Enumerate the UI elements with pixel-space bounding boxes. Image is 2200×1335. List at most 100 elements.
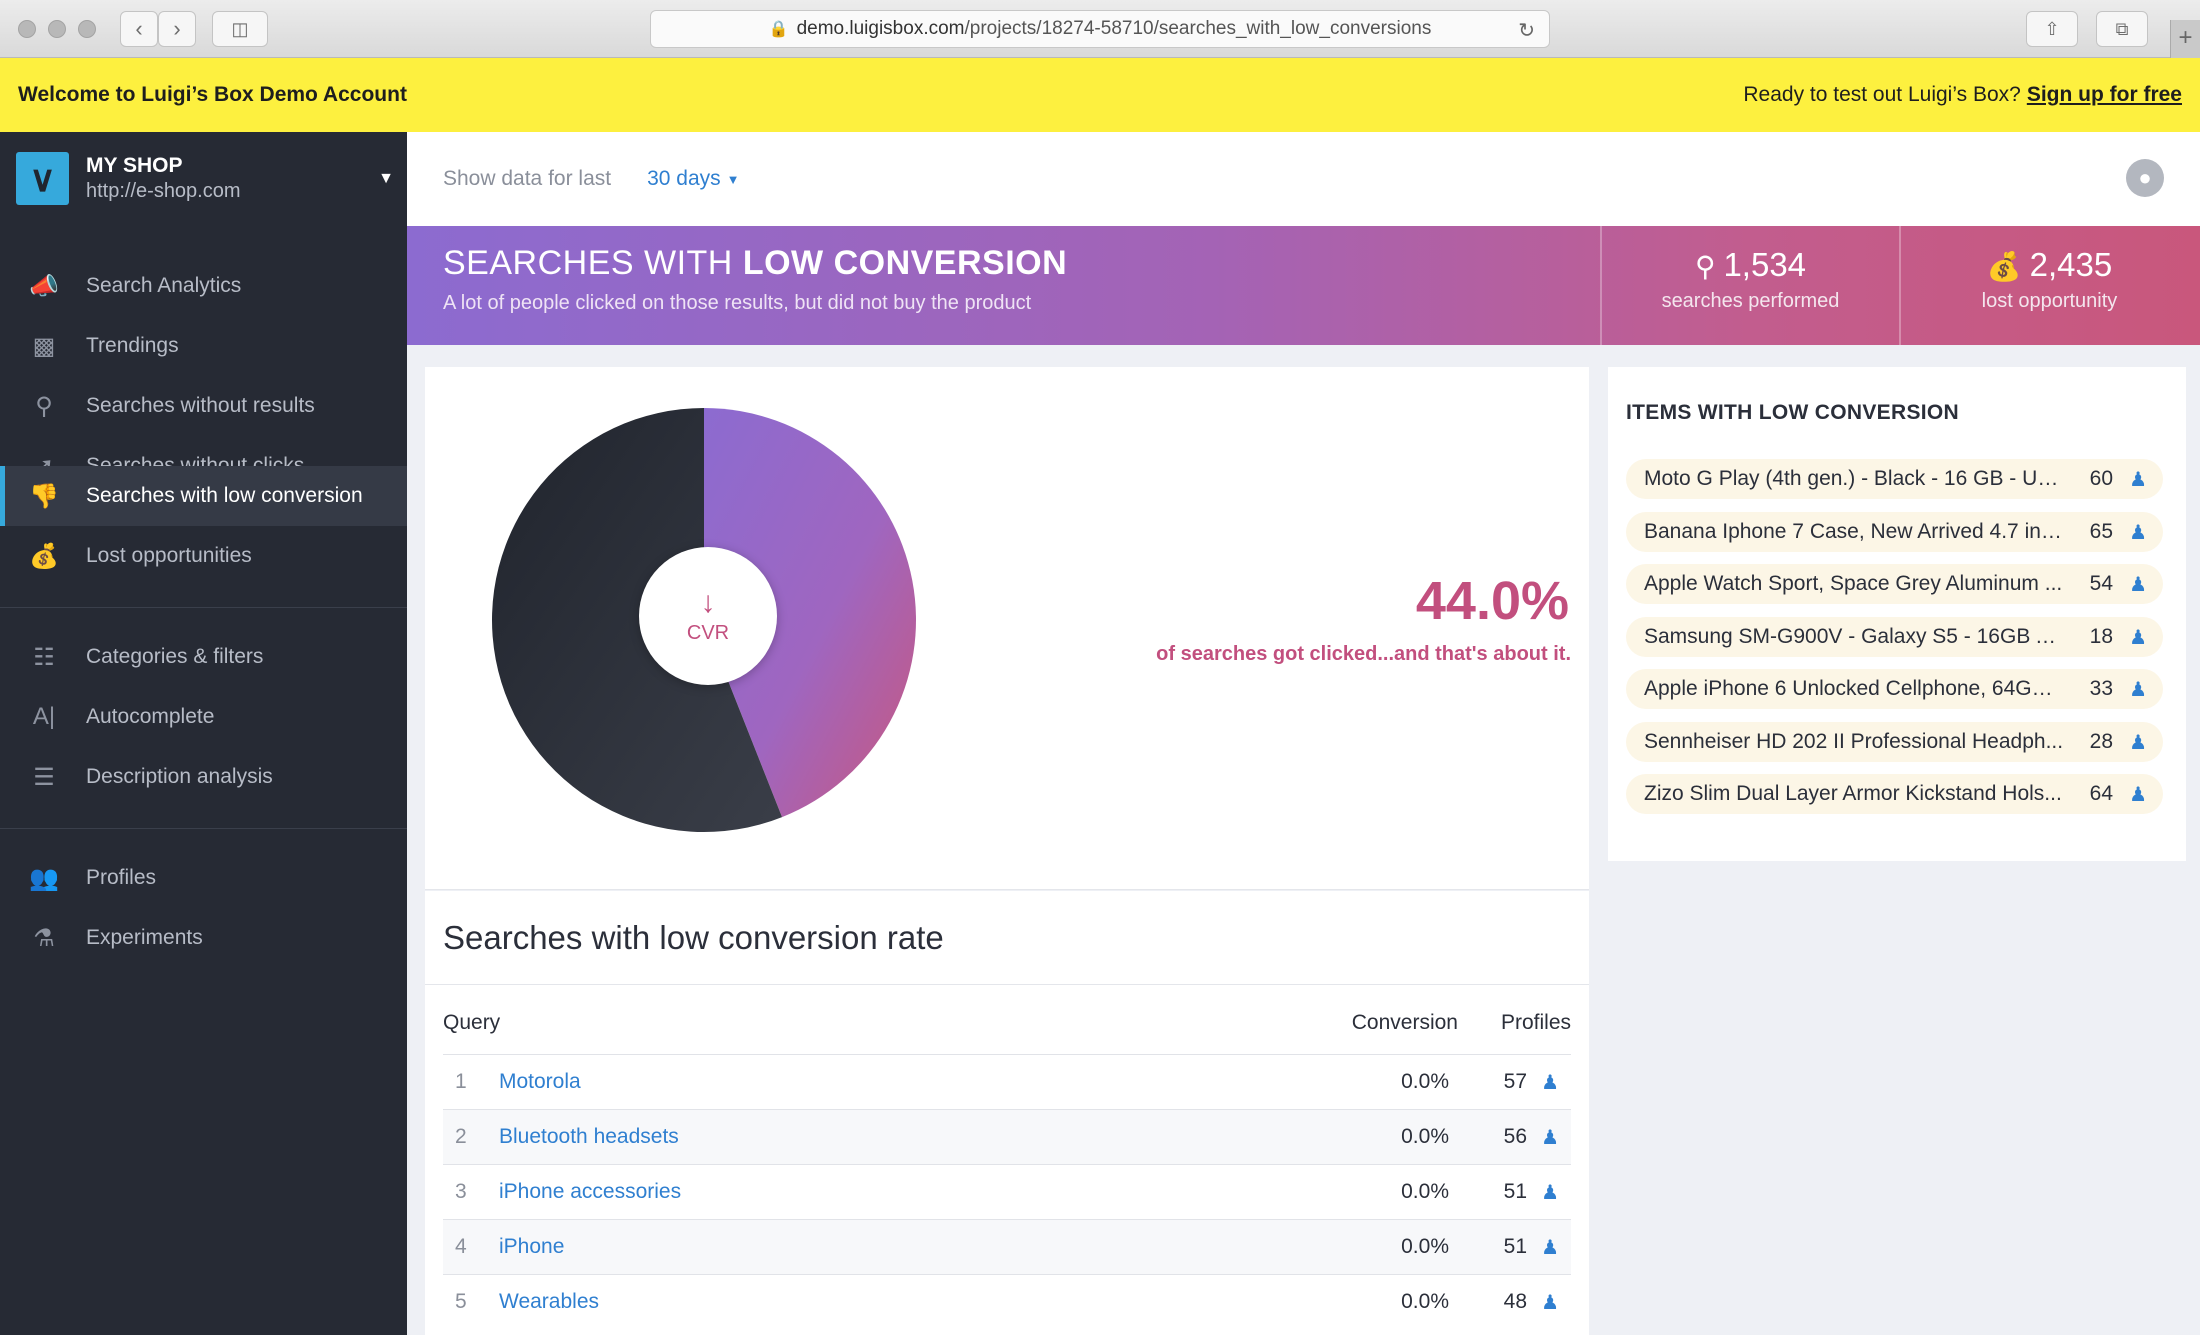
- item-count: 18: [2089, 625, 2113, 648]
- query-link[interactable]: iPhone: [499, 1235, 564, 1259]
- sliders-icon: ☷: [33, 643, 55, 671]
- welcome-text: Welcome to Luigi’s Box Demo Account: [18, 83, 407, 106]
- table-divider: [425, 984, 1589, 985]
- sidebar-item-searches-with-low-conversion[interactable]: 👎 Searches with low conversion: [0, 466, 407, 526]
- minimize-window-button[interactable]: [48, 20, 66, 38]
- conversion-chart-card: ↓ CVR 44.0% of searches got clicked...an…: [425, 367, 1589, 890]
- user-profile-icon[interactable]: ♟: [2129, 520, 2147, 545]
- conversion-value: 0.0%: [1401, 1290, 1449, 1313]
- sidebar-item-label: Trendings: [86, 334, 179, 357]
- sidebar-item-lost-opportunities[interactable]: 💰 Lost opportunities: [0, 526, 407, 586]
- reload-icon[interactable]: ↻: [1518, 18, 1535, 43]
- row-index: 4: [455, 1235, 467, 1258]
- flask-icon: ⚗: [33, 924, 55, 952]
- chevron-down-icon[interactable]: ▼: [378, 170, 394, 188]
- lock-icon: 🔒: [768, 21, 789, 38]
- text-cursor-icon: A|: [32, 703, 56, 730]
- item-name: Sennheiser HD 202 II Professional Headph…: [1644, 730, 2064, 753]
- user-profile-icon[interactable]: ♟: [2129, 730, 2147, 755]
- demo-banner: Welcome to Luigi’s Box Demo Account Read…: [0, 58, 2200, 132]
- item-name: Apple Watch Sport, Space Grey Aluminum .…: [1644, 572, 2063, 595]
- shop-switcher[interactable]: ∨ MY SHOP http://e-shop.com ▼: [16, 152, 396, 208]
- user-profile-icon[interactable]: ♟: [2129, 572, 2147, 597]
- item-name: Samsung SM-G900V - Galaxy S5 - 16GB A...: [1644, 625, 2064, 648]
- user-profile-icon[interactable]: ♟: [1541, 1125, 1559, 1150]
- list-item[interactable]: Sennheiser HD 202 II Professional Headph…: [1626, 722, 2163, 762]
- profiles-count: 51: [1503, 1180, 1527, 1203]
- sidebar-item-trendings[interactable]: ▩ Trendings: [0, 316, 407, 376]
- list-item[interactable]: Moto G Play (4th gen.) - Black - 16 GB -…: [1626, 459, 2163, 499]
- query-link[interactable]: iPhone accessories: [499, 1180, 681, 1204]
- new-tab-icon[interactable]: +: [2170, 20, 2200, 58]
- money-bag-icon: 💰: [1986, 251, 2022, 282]
- sidebar-divider: [0, 607, 407, 608]
- item-name: Moto G Play (4th gen.) - Black - 16 GB -…: [1644, 467, 2064, 490]
- stat-caption: lost opportunity: [1981, 290, 2118, 312]
- item-count: 28: [2089, 730, 2113, 753]
- forward-icon[interactable]: ›: [158, 11, 196, 47]
- user-profile-icon[interactable]: ♟: [1541, 1235, 1559, 1260]
- sidebar-item-description-analysis[interactable]: ☰ Description analysis: [0, 747, 407, 807]
- column-profiles[interactable]: Profiles: [1501, 1011, 1571, 1035]
- conversion-value: 0.0%: [1401, 1180, 1449, 1203]
- sidebar-item-searches-without-results[interactable]: ⚲ Searches without results: [0, 376, 407, 436]
- user-profile-icon[interactable]: ♟: [2129, 677, 2147, 702]
- date-range-dropdown[interactable]: 30 days ▼: [647, 167, 739, 191]
- column-conversion[interactable]: Conversion: [1352, 1011, 1458, 1035]
- profiles-count: 56: [1503, 1125, 1527, 1148]
- sidebar-item-experiments[interactable]: ⚗ Experiments: [0, 908, 407, 968]
- user-profile-icon[interactable]: ♟: [1541, 1290, 1559, 1315]
- list-item[interactable]: Banana Iphone 7 Case, New Arrived 4.7 in…: [1626, 512, 2163, 552]
- list-item[interactable]: Samsung SM-G900V - Galaxy S5 - 16GB A...…: [1626, 617, 2163, 657]
- signup-link[interactable]: Sign up for free: [2027, 83, 2182, 106]
- row-index: 2: [455, 1125, 467, 1148]
- close-window-button[interactable]: [18, 20, 36, 38]
- sidebar: ∨ MY SHOP http://e-shop.com ▼ 📣 Search A…: [0, 132, 407, 1335]
- caret-down-icon: ▼: [726, 171, 740, 187]
- sidebar-item-autocomplete[interactable]: A| Autocomplete: [0, 687, 407, 747]
- back-icon[interactable]: ‹: [120, 11, 158, 47]
- profiles-count: 51: [1503, 1235, 1527, 1258]
- address-bar[interactable]: 🔒 demo.luigisbox.com/projects/18274-5871…: [650, 10, 1550, 48]
- item-name: Apple iPhone 6 Unlocked Cellphone, 64GB,…: [1644, 677, 2064, 700]
- low-conversion-table-card: Searches with low conversion rate Query …: [425, 891, 1589, 1335]
- column-query[interactable]: Query: [443, 1011, 500, 1035]
- sidebar-item-categories-filters[interactable]: ☷ Categories & filters: [0, 627, 407, 687]
- table-row: 2 Bluetooth headsets 0.0% 56 ♟: [443, 1109, 1571, 1164]
- shop-url: http://e-shop.com: [86, 180, 241, 202]
- list-item[interactable]: Apple iPhone 6 Unlocked Cellphone, 64GB,…: [1626, 669, 2163, 709]
- item-count: 64: [2089, 782, 2113, 805]
- url-host: demo.luigisbox.com: [796, 18, 965, 39]
- zoom-window-button[interactable]: [78, 20, 96, 38]
- share-icon[interactable]: ⇧: [2026, 11, 2078, 47]
- profiles-count: 57: [1503, 1070, 1527, 1093]
- query-link[interactable]: Motorola: [499, 1070, 581, 1094]
- sidebar-item-search-analytics[interactable]: 📣 Search Analytics: [0, 256, 407, 316]
- sidebar-item-profiles[interactable]: 👥 Profiles: [0, 848, 407, 908]
- table-title: Searches with low conversion rate: [443, 919, 944, 956]
- stat-value: 2,435: [2029, 246, 2113, 283]
- query-link[interactable]: Wearables: [499, 1290, 599, 1314]
- user-profile-icon[interactable]: ♟: [2129, 467, 2147, 492]
- stat-lost-opportunity: 💰 2,435 lost opportunity: [1899, 226, 2198, 345]
- list-item[interactable]: Apple Watch Sport, Space Grey Aluminum .…: [1626, 564, 2163, 604]
- profiles-count: 48: [1503, 1290, 1527, 1313]
- url-path: /projects/18274-58710/searches_with_low_…: [964, 18, 1432, 39]
- user-profile-icon[interactable]: ♟: [1541, 1180, 1559, 1205]
- user-avatar[interactable]: ●: [2126, 159, 2164, 197]
- list-item[interactable]: Zizo Slim Dual Layer Armor Kickstand Hol…: [1626, 774, 2163, 814]
- table-row: 3 iPhone accessories 0.0% 51 ♟: [443, 1164, 1571, 1219]
- thumbs-down-icon: 👎: [29, 482, 59, 510]
- tabs-overview-icon[interactable]: ⧉: [2096, 11, 2148, 47]
- query-link[interactable]: Bluetooth headsets: [499, 1125, 679, 1149]
- sidebar-item-label: Lost opportunities: [86, 544, 252, 567]
- user-profile-icon[interactable]: ♟: [2129, 625, 2147, 650]
- shop-logo-icon: ∨: [16, 152, 69, 205]
- user-profile-icon[interactable]: ♟: [1541, 1070, 1559, 1095]
- item-name: Zizo Slim Dual Layer Armor Kickstand Hol…: [1644, 782, 2062, 805]
- user-profile-icon[interactable]: ♟: [2129, 782, 2147, 807]
- arrow-down-icon: ↓: [700, 585, 716, 619]
- sidebar-toggle-icon[interactable]: ◫: [212, 11, 268, 47]
- row-index: 1: [455, 1070, 467, 1093]
- conversion-value: 0.0%: [1401, 1235, 1449, 1258]
